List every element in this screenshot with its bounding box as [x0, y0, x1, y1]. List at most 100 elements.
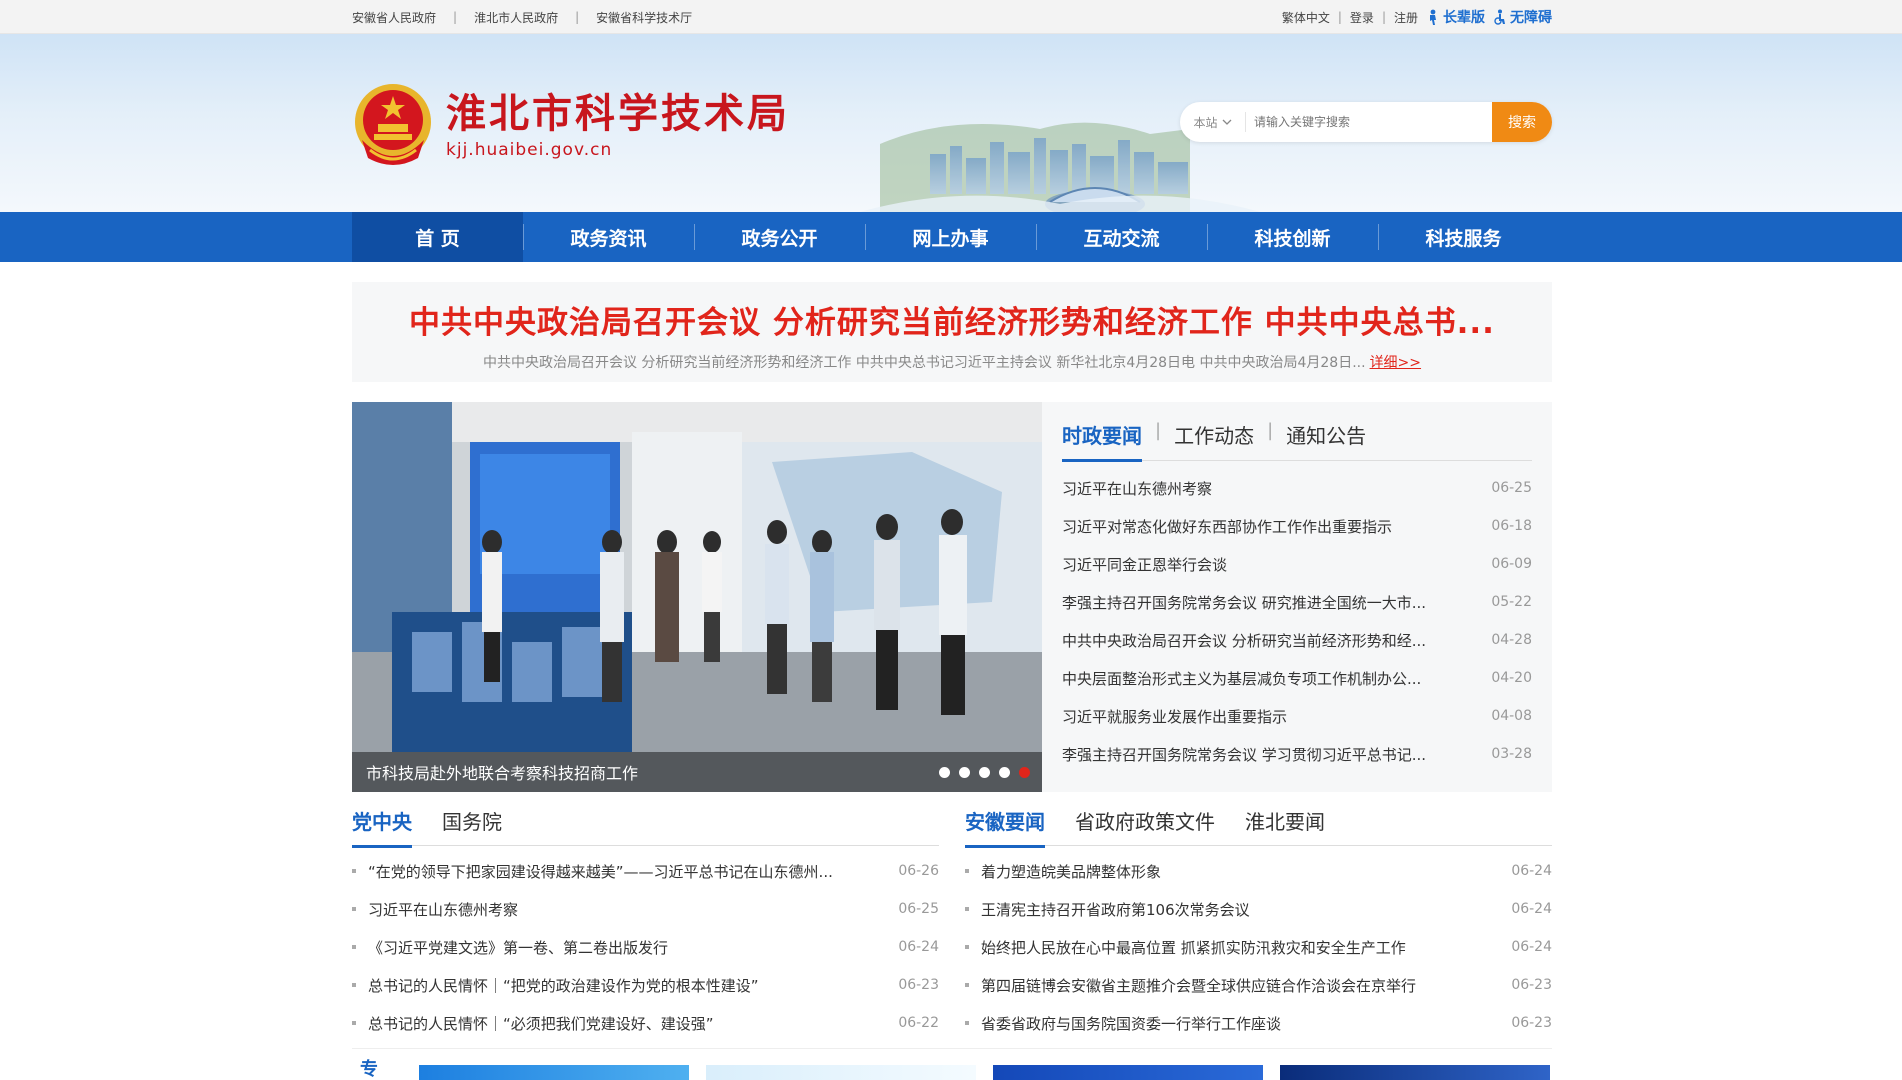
- news-date: 03-28: [1491, 746, 1532, 762]
- headline-title[interactable]: 中共中央政治局召开会议 分析研究当前经济形势和经济工作 中共中央总书...: [352, 297, 1552, 342]
- news-date: 06-26: [898, 863, 939, 879]
- list-item[interactable]: 总书记的人民情怀｜“把党的政治建设作为党的根本性建设” 06-23: [352, 966, 939, 1004]
- top-link-science-dept[interactable]: 安徽省科学技术厅: [596, 9, 692, 26]
- topic-banner[interactable]: [706, 1065, 976, 1080]
- news-date: 06-24: [1511, 939, 1552, 955]
- nav-interaction[interactable]: 互动交流: [1036, 212, 1207, 262]
- list-item[interactable]: 始终把人民放在心中最高位置 抓紧抓实防汛救灾和安全生产工作 06-24: [965, 928, 1552, 966]
- nav-home[interactable]: 首 页: [352, 212, 523, 262]
- elder-mode-label: 长辈版: [1443, 10, 1485, 26]
- carousel-dot-active[interactable]: [1019, 767, 1030, 778]
- site-logo[interactable]: 淮北市科学技术局 kjj.huaibei.gov.cn: [352, 80, 790, 170]
- provincial-news-column: 安徽要闻 省政府政策文件 淮北要闻 着力塑造皖美品牌整体形象 06-24 王清宪主…: [965, 806, 1552, 1042]
- list-item[interactable]: 习近平同金正恩举行会谈 06-09: [1062, 545, 1532, 583]
- news-title: 习近平对常态化做好东西部协作工作作出重要指示: [1062, 517, 1393, 536]
- nav-online-services[interactable]: 网上办事: [865, 212, 1036, 262]
- site-domain: kjj.huaibei.gov.cn: [446, 140, 613, 160]
- list-item[interactable]: 习近平在山东德州考察 06-25: [352, 890, 939, 928]
- provincial-tabs: 安徽要闻 省政府政策文件 淮北要闻: [965, 806, 1552, 848]
- list-item[interactable]: 《习近平党建文选》第一卷、第二卷出版发行 06-24: [352, 928, 939, 966]
- headline-banner: 中共中央政治局召开会议 分析研究当前经济形势和经济工作 中共中央总书... 中共…: [352, 282, 1552, 382]
- news-date: 06-09: [1491, 556, 1532, 572]
- news-panel: 时政要闻 | 工作动态 | 通知公告 习近平在山东德州考察 06-25 习近平对常…: [1042, 402, 1552, 792]
- tab-state-council[interactable]: 国务院: [442, 806, 502, 845]
- national-emblem-icon: [355, 84, 431, 165]
- carousel-dot[interactable]: [939, 767, 950, 778]
- news-title: 李强主持召开国务院常务会议 研究推进全国统一大市...: [1062, 593, 1427, 612]
- separator: |: [1267, 420, 1274, 441]
- separator: |: [1381, 10, 1386, 24]
- login-link[interactable]: 登录: [1350, 9, 1374, 26]
- tab-work-updates[interactable]: 工作动态: [1174, 420, 1254, 459]
- top-right-links: 繁体中文 | 登录 | 注册 长辈版 无障碍: [1282, 7, 1552, 27]
- headline-summary: 中共中央政治局召开会议 分析研究当前经济形势和经济工作 中共中央总书记习近平主持…: [352, 352, 1552, 372]
- top-link-huaibei[interactable]: 淮北市人民政府: [474, 9, 558, 26]
- tab-huaibei-news[interactable]: 淮北要闻: [1245, 806, 1325, 845]
- search-scope-select[interactable]: 本站: [1180, 112, 1246, 132]
- topic-banner[interactable]: [419, 1065, 689, 1080]
- photo-carousel[interactable]: 市科技局赴外地联合考察科技招商工作: [352, 402, 1042, 792]
- search-scope-label: 本站: [1193, 115, 1218, 130]
- main-nav: 首 页 政务资讯 政务公开 网上办事 互动交流 科技创新 科技服务: [0, 212, 1902, 262]
- news-date: 04-08: [1491, 708, 1532, 724]
- separator: |: [1337, 10, 1342, 24]
- search-button[interactable]: 搜索: [1492, 102, 1552, 142]
- nav-gov-news[interactable]: 政务资讯: [523, 212, 694, 262]
- news-title: 总书记的人民情怀｜“必须把我们党建设好、建设强”: [352, 1013, 714, 1034]
- separator: |: [1155, 420, 1162, 441]
- news-title: 习近平同金正恩举行会谈: [1062, 555, 1228, 574]
- traditional-chinese-link[interactable]: 繁体中文: [1282, 9, 1330, 26]
- tab-provincial-policy[interactable]: 省政府政策文件: [1075, 806, 1215, 845]
- tab-party-central[interactable]: 党中央: [352, 806, 412, 848]
- list-item[interactable]: 第四届链博会安徽省主题推介会暨全球供应链合作洽谈会在京举行 06-23: [965, 966, 1552, 1004]
- news-date: 06-22: [898, 1015, 939, 1031]
- list-item[interactable]: 中央层面整治形式主义为基层减负专项工作机制办公... 04-20: [1062, 659, 1532, 697]
- news-title: 着力塑造皖美品牌整体形象: [965, 861, 1161, 882]
- news-title: 省委省政府与国务院国资委一行举行工作座谈: [965, 1013, 1281, 1034]
- accessibility-link[interactable]: 无障碍: [1493, 7, 1552, 27]
- list-item[interactable]: 习近平就服务业发展作出重要指示 04-08: [1062, 697, 1532, 735]
- list-item[interactable]: 习近平对常态化做好东西部协作工作作出重要指示 06-18: [1062, 507, 1532, 545]
- carousel-dots: [930, 767, 1030, 778]
- top-links: 安徽省人民政府 | 淮北市人民政府 | 安徽省科学技术厅: [352, 9, 692, 26]
- register-link[interactable]: 注册: [1394, 9, 1418, 26]
- top-bar: 安徽省人民政府 | 淮北市人民政府 | 安徽省科学技术厅 繁体中文 | 登录 |…: [0, 0, 1902, 34]
- news-date: 06-25: [898, 901, 939, 917]
- list-item[interactable]: “在党的领导下把家园建设得越来越美”——习近平总书记在山东德州... 06-26: [352, 852, 939, 890]
- news-title: 始终把人民放在心中最高位置 抓紧抓实防汛救灾和安全生产工作: [965, 937, 1406, 958]
- carousel-dot[interactable]: [999, 767, 1010, 778]
- list-item[interactable]: 中共中央政治局召开会议 分析研究当前经济形势和经... 04-28: [1062, 621, 1532, 659]
- top-link-anhui[interactable]: 安徽省人民政府: [352, 9, 436, 26]
- topic-banner[interactable]: [993, 1065, 1263, 1080]
- headline-more-link[interactable]: 详细>>: [1370, 355, 1421, 371]
- chevron-down-icon: [1222, 119, 1231, 125]
- central-news-list: “在党的领导下把家园建设得越来越美”——习近平总书记在山东德州... 06-26 …: [352, 852, 939, 1042]
- list-item[interactable]: 着力塑造皖美品牌整体形象 06-24: [965, 852, 1552, 890]
- list-item[interactable]: 李强主持召开国务院常务会议 学习贯彻习近平总书记... 03-28: [1062, 735, 1532, 773]
- central-tabs: 党中央 国务院: [352, 806, 939, 848]
- tab-anhui-news[interactable]: 安徽要闻: [965, 806, 1045, 848]
- search-input[interactable]: [1246, 102, 1492, 142]
- tab-current-affairs[interactable]: 时政要闻: [1062, 420, 1142, 462]
- topic-banner[interactable]: [1280, 1065, 1550, 1080]
- carousel-dot[interactable]: [979, 767, 990, 778]
- list-item[interactable]: 总书记的人民情怀｜“必须把我们党建设好、建设强” 06-22: [352, 1004, 939, 1042]
- headline-summary-text: 中共中央政治局召开会议 分析研究当前经济形势和经济工作 中共中央总书记习近平主持…: [482, 355, 1366, 371]
- news-date: 06-24: [898, 939, 939, 955]
- list-item[interactable]: 省委省政府与国务院国资委一行举行工作座谈 06-23: [965, 1004, 1552, 1042]
- nav-innovation[interactable]: 科技创新: [1207, 212, 1378, 262]
- list-item[interactable]: 王清宪主持召开省政府第106次常务会议 06-24: [965, 890, 1552, 928]
- elder-icon: [1430, 9, 1436, 25]
- separator: |: [575, 10, 580, 24]
- news-date: 06-24: [1511, 901, 1552, 917]
- list-item[interactable]: 习近平在山东德州考察 06-25: [1062, 469, 1532, 507]
- elder-mode-link[interactable]: 长辈版: [1426, 7, 1485, 27]
- news-date: 06-23: [1511, 1015, 1552, 1031]
- tab-notices[interactable]: 通知公告: [1286, 420, 1366, 459]
- nav-gov-disclosure[interactable]: 政务公开: [694, 212, 865, 262]
- list-item[interactable]: 李强主持召开国务院常务会议 研究推进全国统一大市... 05-22: [1062, 583, 1532, 621]
- nav-tech-services[interactable]: 科技服务: [1378, 212, 1549, 262]
- news-title: 中央层面整治形式主义为基层减负专项工作机制办公...: [1062, 669, 1422, 688]
- carousel-dot[interactable]: [959, 767, 970, 778]
- news-date: 06-24: [1511, 863, 1552, 879]
